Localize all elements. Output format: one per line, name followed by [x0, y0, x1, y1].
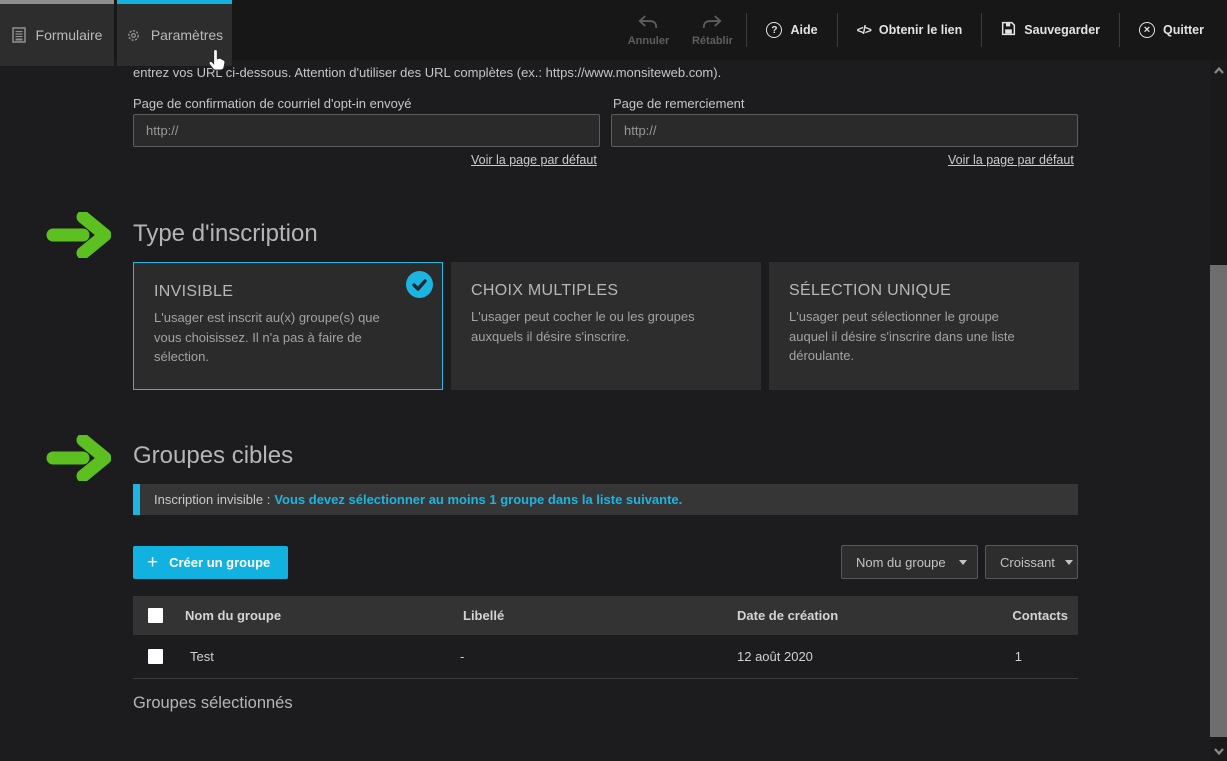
- quit-label: Quitter: [1163, 23, 1204, 37]
- save-icon: [1001, 21, 1016, 39]
- code-icon: </>: [857, 23, 871, 37]
- help-icon: ?: [766, 22, 782, 38]
- header-group-name: Nom du groupe: [185, 608, 281, 623]
- sort-field-value: Nom du groupe: [856, 555, 946, 570]
- tab-parametres[interactable]: Paramètres: [117, 0, 232, 66]
- toolbar-separator: [981, 13, 982, 47]
- vertical-scrollbar[interactable]: [1210, 60, 1227, 761]
- cell-contacts: 1: [1015, 649, 1022, 664]
- url-intro-text: entrez vos URL ci-dessous. Attention d'u…: [133, 65, 1078, 80]
- save-button[interactable]: Sauvegarder: [984, 21, 1117, 39]
- undo-button[interactable]: Annuler: [616, 14, 680, 47]
- card-invisible[interactable]: INVISIBLE L'usager est inscrit au(x) gro…: [133, 262, 443, 390]
- sort-order-dropdown[interactable]: Croissant: [985, 545, 1078, 579]
- registration-type-cards: INVISIBLE L'usager est inscrit au(x) gro…: [133, 262, 1079, 390]
- redo-button[interactable]: Rétablir: [680, 14, 744, 47]
- tab-formulaire-label: Formulaire: [36, 27, 103, 43]
- notice-prefix: Inscription invisible :: [154, 492, 270, 507]
- card-choix-multiples-desc: L'usager peut cocher le ou les groupes a…: [471, 307, 719, 346]
- document-icon: [12, 27, 26, 43]
- thankyou-page-url-input[interactable]: [611, 114, 1078, 147]
- cell-group-name: Test: [190, 649, 214, 664]
- chevron-down-icon: [1065, 560, 1073, 565]
- card-invisible-desc: L'usager est inscrit au(x) groupe(s) que…: [154, 308, 401, 367]
- settings-scroll-area: entrez vos URL ci-dessous. Attention d'u…: [0, 60, 1210, 761]
- help-label: Aide: [790, 23, 817, 37]
- sort-field-dropdown[interactable]: Nom du groupe: [841, 545, 978, 579]
- card-choix-multiples[interactable]: CHOIX MULTIPLES L'usager peut cocher le …: [451, 262, 761, 390]
- thankyou-page-label: Page de remerciement: [613, 96, 745, 111]
- tab-formulaire[interactable]: Formulaire: [0, 0, 114, 66]
- help-button[interactable]: ? Aide: [749, 22, 834, 38]
- undo-icon: [637, 14, 659, 32]
- save-label: Sauvegarder: [1024, 23, 1100, 37]
- gear-icon: [126, 28, 141, 43]
- chevron-down-icon: [959, 560, 967, 565]
- cell-created-date: 12 août 2020: [737, 649, 813, 664]
- select-all-checkbox[interactable]: [148, 608, 163, 623]
- header-contacts: Contacts: [1012, 608, 1068, 623]
- sort-order-value: Croissant: [1000, 555, 1055, 570]
- redo-label: Rétablir: [692, 35, 733, 47]
- cell-label: -: [460, 649, 464, 664]
- form-settings-page: Annuler Rétablir ? Aide </> Obtenir le l…: [0, 0, 1227, 761]
- invisible-registration-notice: Inscription invisible : Vous devez sélec…: [133, 484, 1078, 515]
- table-row[interactable]: Test - 12 août 2020 1: [133, 635, 1078, 679]
- plus-icon: +: [147, 553, 158, 572]
- toolbar: Annuler Rétablir ? Aide </> Obtenir le l…: [616, 0, 1210, 60]
- card-selection-unique-title: SÉLECTION UNIQUE: [789, 282, 1059, 300]
- get-link-label: Obtenir le lien: [879, 23, 962, 37]
- quit-button[interactable]: × Quitter: [1122, 22, 1210, 38]
- selected-check-icon: [406, 271, 433, 298]
- green-arrow-icon: [45, 435, 111, 481]
- optin-default-page-link[interactable]: Voir la page par défaut: [471, 153, 597, 167]
- header-label: Libellé: [463, 608, 504, 623]
- scrollbar-thumb[interactable]: [1210, 265, 1227, 737]
- groups-table-header: Nom du groupe Libellé Date de création C…: [133, 596, 1078, 635]
- close-circle-icon: ×: [1139, 22, 1155, 38]
- notice-highlight: Vous devez sélectionner au moins 1 group…: [274, 492, 682, 507]
- toolbar-separator: [837, 13, 838, 47]
- selected-groups-heading: Groupes sélectionnés: [133, 694, 293, 713]
- optin-page-url-input[interactable]: [133, 114, 600, 147]
- header-created-date: Date de création: [737, 608, 838, 623]
- card-invisible-title: INVISIBLE: [154, 283, 422, 301]
- card-choix-multiples-title: CHOIX MULTIPLES: [471, 282, 741, 300]
- green-arrow-icon: [45, 212, 111, 258]
- thankyou-default-page-link[interactable]: Voir la page par défaut: [948, 153, 1074, 167]
- target-groups-heading: Groupes cibles: [133, 442, 293, 470]
- toolbar-separator: [746, 13, 747, 47]
- card-selection-unique-desc: L'usager peut sélectionner le groupe auq…: [789, 307, 1037, 366]
- toolbar-separator: [1119, 13, 1120, 47]
- registration-type-heading: Type d'inscription: [133, 220, 318, 248]
- optin-page-label: Page de confirmation de courriel d'opt-i…: [133, 96, 412, 111]
- tab-parametres-label: Paramètres: [151, 27, 223, 43]
- scroll-up-icon[interactable]: [1210, 63, 1227, 77]
- row-checkbox[interactable]: [148, 649, 163, 664]
- get-link-button[interactable]: </> Obtenir le lien: [840, 23, 980, 37]
- create-group-button[interactable]: + Créer un groupe: [133, 546, 288, 579]
- redo-icon: [701, 14, 723, 32]
- create-group-label: Créer un groupe: [169, 555, 270, 570]
- card-selection-unique[interactable]: SÉLECTION UNIQUE L'usager peut sélection…: [769, 262, 1079, 390]
- undo-label: Annuler: [628, 35, 670, 47]
- scroll-down-icon[interactable]: [1210, 744, 1227, 758]
